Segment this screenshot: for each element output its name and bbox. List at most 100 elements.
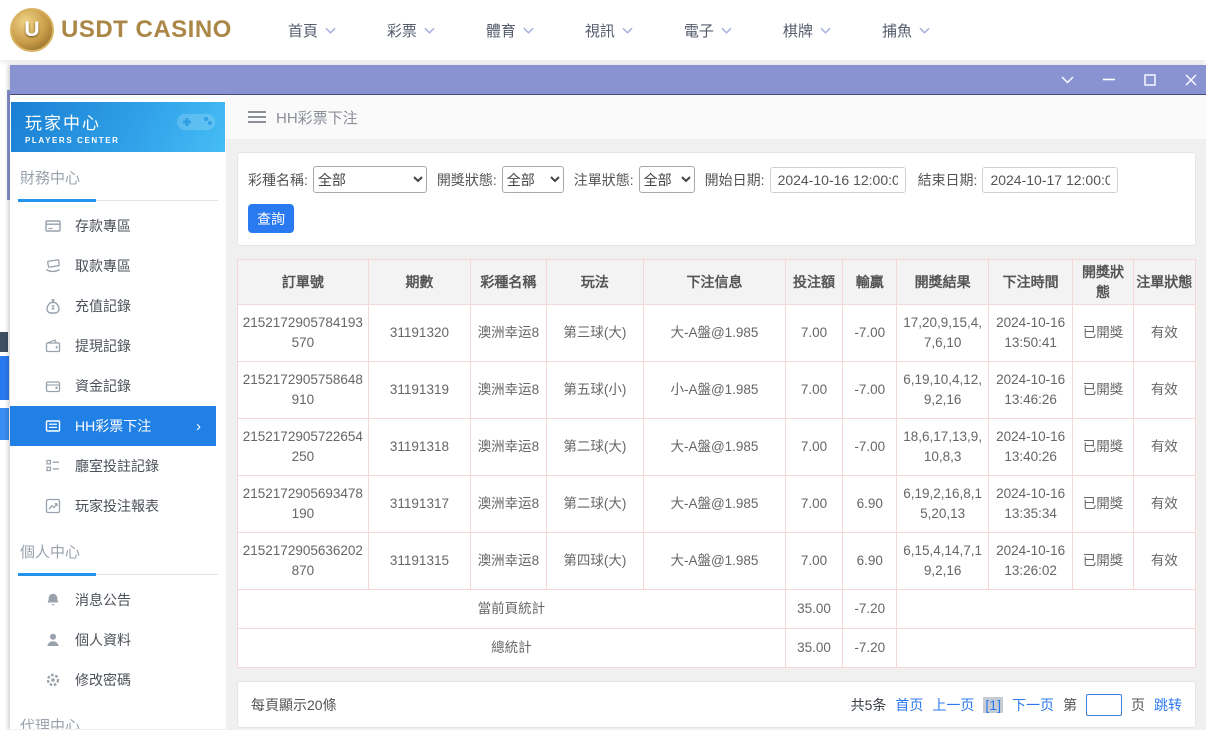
nav-item-1[interactable]: 首頁 [288,20,336,41]
bet-doc-icon [45,418,61,434]
table-cell: 2024-10-16 13:26:02 [987,532,1074,590]
column-header-6: 投注額 [784,259,844,305]
first-page-link[interactable]: 首页 [895,695,923,715]
table-cell: 31191317 [367,475,472,533]
sidebar-item-withdraw[interactable]: 取款專區 [18,246,218,286]
summary-label: 總統計 [237,628,786,668]
table-cell: 大-A盤@1.985 [643,532,786,590]
table-cell: 有效 [1132,304,1197,362]
table-cell: 31191315 [367,532,472,590]
room-list-icon [45,458,61,474]
table-cell: 第二球(大) [545,475,645,533]
nav-item-4[interactable]: 視訊 [585,20,633,41]
sidebar-item-profile[interactable]: 個人資料 [18,620,218,660]
sidebar-item-hh-lottery-bet[interactable]: HH彩票下注 › [10,406,216,446]
sidebar-item-fund-record[interactable]: 資金記錄 [18,366,218,406]
table-cell: 已開獎 [1072,418,1134,476]
chevron-down-icon [721,27,732,34]
nav-item-2[interactable]: 彩票 [387,20,435,41]
table-cell: 有效 [1132,532,1197,590]
draw-status-label: 開獎狀態: [436,171,497,188]
end-date-input[interactable] [982,166,1119,193]
table-cell: 第五球(小) [545,361,645,419]
prev-page-link[interactable]: 上一页 [932,695,974,715]
search-button[interactable]: 查詢 [248,204,294,233]
summary-empty-cell [896,628,1196,668]
total-count: 共5条 [850,696,887,713]
order-status-label: 注單狀態: [573,171,634,188]
chevron-down-icon [919,27,930,34]
table-row: 2152172905693478190 31191317 澳洲幸运8 第二球(大) 大-… [237,475,1197,533]
current-page-indicator: [1] [983,696,1003,713]
column-header-10: 開獎狀態 [1072,259,1134,305]
nav-item-7[interactable]: 捕魚 [882,20,930,41]
nav-item-label: 棋牌 [782,22,813,40]
draw-status-select[interactable]: 全部 [501,166,564,193]
gamepad-icon [175,109,217,140]
end-date-label: 結束日期: [917,171,978,188]
window-close-button[interactable] [1183,72,1198,87]
sidebar-item-room-bet-record[interactable]: 廳室投註記錄 [18,446,218,486]
jump-button[interactable]: 跳转 [1154,695,1182,715]
sidebar-item-label: 充值記錄 [75,298,131,314]
table-cell: -7.00 [842,418,898,476]
table-row: 2152172905636202870 31191315 澳洲幸运8 第四球(大) 大-… [237,532,1197,590]
top-navigation: U USDT CASINO 首頁 彩票 體育 視訊 電子 棋牌 捕魚 [0,0,1206,60]
table-cell: 17,20,9,15,4,7,6,10 [896,304,989,362]
window-titlebar [10,65,1206,95]
window-minimize-button[interactable] [1101,72,1116,87]
brand-logo[interactable]: U USDT CASINO [10,8,232,52]
chevron-down-icon [622,27,633,34]
order-status-select[interactable]: 全部 [638,166,695,193]
summary-bet-total: 35.00 [784,628,844,668]
sidebar-item-deposit[interactable]: 存款專區 [18,206,218,246]
column-header-7: 輸贏 [842,259,898,305]
filter-panel: 彩種名稱: 全部 開獎狀態: 全部 注單狀態: 全部 開始日期: 2024-10… [237,152,1196,246]
wallet-icon [45,338,61,354]
bets-table: 訂單號 期數 彩種名稱 玩法 下注信息 投注額 輸贏 開獎結果 下注時間 開獎狀態 注單狀態 2152… [237,259,1197,668]
sidebar-item-change-password[interactable]: 修改密碼 [18,660,218,700]
table-cell: 7.00 [784,532,844,590]
nav-item-5[interactable]: 電子 [684,20,732,41]
table-cell: 31191320 [367,304,472,362]
summary-winloss-total: -7.20 [842,628,898,668]
sidebar-section-title: 財務中心 [18,165,218,202]
table-cell: 第四球(大) [545,532,645,590]
table-cell: 2152172905636202870 [237,532,369,590]
table-cell: 澳洲幸运8 [470,418,547,476]
nav-item-6[interactable]: 棋牌 [783,20,831,41]
sidebar-section-2: 個人中心 消息公告 個人資料 修改密碼 [10,526,226,700]
sidebar-item-announcements[interactable]: 消息公告 [18,580,218,620]
table-cell: 18,6,17,13,9,10,8,3 [896,418,989,476]
table-cell: 2024-10-16 13:35:34 [987,475,1074,533]
next-page-link[interactable]: 下一页 [1012,695,1054,715]
sidebar-item-withdraw-record[interactable]: 提現記錄 [18,326,218,366]
table-cell: -7.00 [842,304,898,362]
table-row: 2152172905722654250 31191318 澳洲幸运8 第二球(大) 大-… [237,418,1197,476]
bell-icon [45,592,61,608]
jump-suffix-label: 页 [1131,696,1145,713]
page-jump-input[interactable] [1086,693,1122,716]
column-header-1: 訂單號 [237,259,369,305]
table-cell: 2152172905758648910 [237,361,369,419]
table-cell: 31191319 [367,361,472,419]
column-header-8: 開獎結果 [896,259,989,305]
background-page-strip [0,60,10,730]
brand-name: USDT CASINO [61,16,232,43]
sidebar-item-recharge-record[interactable]: 充值記錄 [18,286,218,326]
table-cell: 澳洲幸运8 [470,361,547,419]
chevron-down-icon [424,27,435,34]
sidebar-item-player-bet-report[interactable]: 玩家投注報表 [18,486,218,526]
table-cell: 已開獎 [1072,532,1134,590]
window-collapse-button[interactable] [1060,72,1075,87]
nav-item-3[interactable]: 體育 [486,20,534,41]
start-date-input[interactable] [769,166,906,193]
menu-toggle-icon[interactable] [248,110,266,124]
withdraw-hand-icon [45,258,61,274]
window-maximize-button[interactable] [1142,72,1157,87]
table-cell: 大-A盤@1.985 [643,475,786,533]
sidebar-section-1: 財務中心存款專區 取款專區充值記錄提現記錄 資金記錄 HH彩票下注 › 廳室投註記錄 玩家投… [10,152,226,526]
table-cell: 7.00 [784,304,844,362]
lottery-name-select[interactable]: 全部 [312,166,427,193]
summary-row: 總統計 35.00 -7.20 [237,628,1196,668]
